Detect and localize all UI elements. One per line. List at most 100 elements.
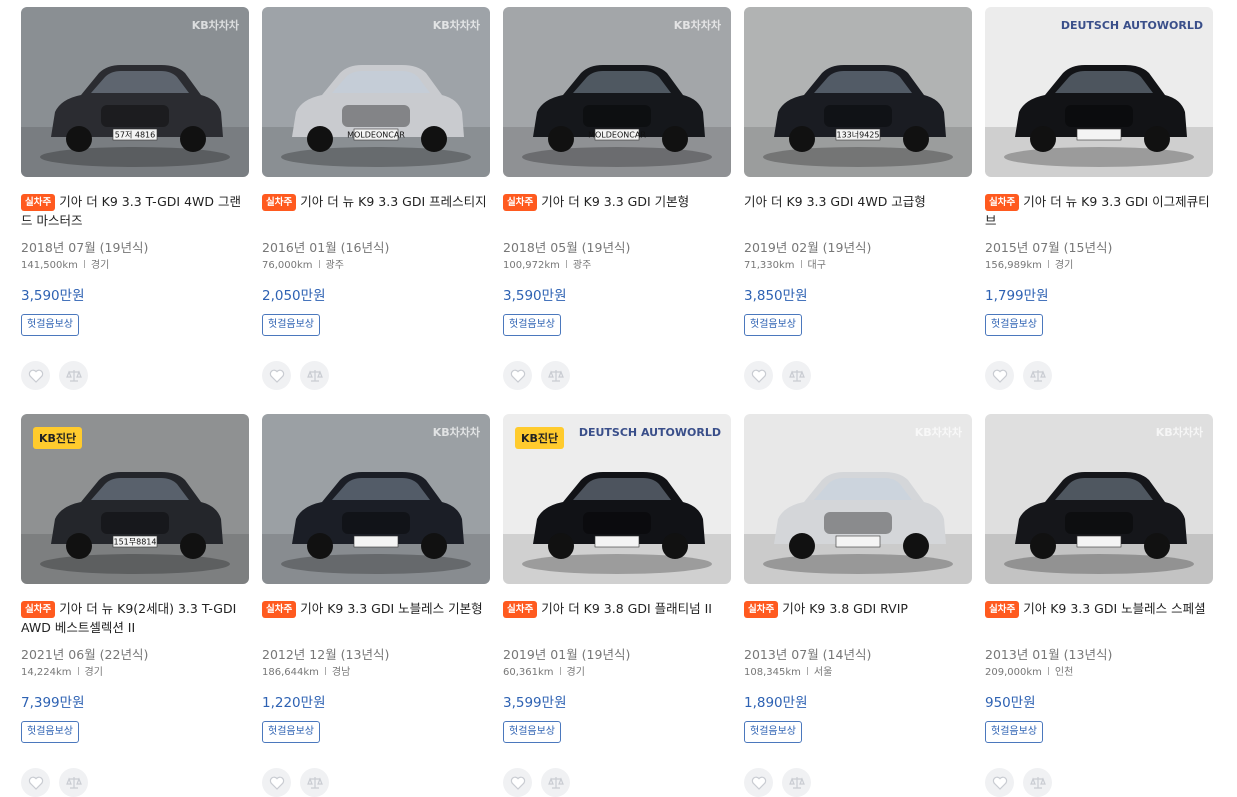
listing-meta: 108,345km 서울 [744,666,972,679]
car-photo[interactable]: MOLDEONCAR KB차차차 [262,7,490,177]
car-photo[interactable]: KB차차차 [744,414,972,584]
compare-button[interactable] [59,361,88,390]
listing-card[interactable]: 133너9425 기아 더 K9 3.3 GDI 4WD 고급형 2019년 0… [744,7,972,414]
like-button[interactable] [744,768,773,797]
owner-badge: 실차주 [503,194,538,211]
compare-button[interactable] [59,768,88,797]
compensation-chip: 헛걸음보상 [503,314,561,336]
meta-divider [806,667,808,675]
listing-meta: 60,361km 경기 [503,666,731,679]
compensation-chip: 헛걸음보상 [503,721,561,743]
heart-icon [269,369,284,383]
listing-card[interactable]: 151무8814 KB진단 실차주 기아 더 뉴 K9(2세대) 3.3 T-GD… [21,414,249,797]
listing-card[interactable]: DEUTSCH AUTOWORLD KB진단 실차주 기아 더 K9 3.8 GD… [503,414,731,797]
svg-text:KB차차차: KB차차차 [192,18,240,32]
heart-icon [28,369,43,383]
compare-button[interactable] [541,768,570,797]
listing-card[interactable]: MOLDEONCAR KB차차차 실차주 기아 더 뉴 K9 3.3 GDI 프레… [262,7,490,414]
listing-card[interactable]: KB차차차 실차주 기아 K9 3.8 GDI RVIP 2013년 07월 (1… [744,414,972,797]
listing-price: 3,850만원 [744,288,808,304]
listing-title[interactable]: 실차주 기아 K9 3.8 GDI RVIP [744,599,972,637]
listing-title[interactable]: 실차주 기아 더 K9 3.8 GDI 플래티넘 II [503,599,731,637]
listing-meta: 141,500km 경기 [21,259,249,272]
compare-button[interactable] [782,361,811,390]
like-button[interactable] [21,768,50,797]
scale-icon [1029,369,1046,382]
meta-divider [318,260,320,268]
listing-card[interactable]: 57저 4816 KB차차차 실차주 기아 더 K9 3.3 T-GDI 4WD … [21,7,249,414]
listing-mileage: 76,000km [262,260,313,271]
listing-price: 7,399만원 [21,695,85,711]
listing-title[interactable]: 실차주 기아 더 K9 3.3 T-GDI 4WD 그랜드 마스터즈 [21,192,249,230]
like-button[interactable] [985,361,1014,390]
meta-divider [1047,667,1049,675]
card-actions [985,768,1213,797]
meta-divider [559,667,561,675]
scale-icon [65,369,82,382]
owner-badge: 실차주 [985,601,1020,618]
listing-title[interactable]: 실차주 기아 K9 3.3 GDI 노블레스 스페셜 [985,599,1213,637]
car-image: KB차차차 [985,414,1213,584]
compare-button[interactable] [300,361,329,390]
card-actions [262,768,490,797]
like-button[interactable] [503,361,532,390]
svg-text:133너9425: 133너9425 [837,130,880,140]
like-button[interactable] [985,768,1014,797]
compare-button[interactable] [541,361,570,390]
like-button[interactable] [262,361,291,390]
scale-icon [1029,776,1046,789]
card-actions [503,768,731,797]
like-button[interactable] [21,361,50,390]
listing-year: 2018년 05월 (19년식) [503,240,631,255]
like-button[interactable] [503,768,532,797]
listing-meta: 14,224km 경기 [21,666,249,679]
listing-title[interactable]: 기아 더 K9 3.3 GDI 4WD 고급형 [744,192,972,230]
owner-badge: 실차주 [262,194,297,211]
listing-card[interactable]: DEUTSCH AUTOWORLD 실차주 기아 더 뉴 K9 3.3 GDI 이… [985,7,1213,414]
meta-divider [1047,260,1049,268]
listing-mileage: 141,500km [21,260,78,271]
compare-button[interactable] [1023,361,1052,390]
listing-card[interactable]: KB차차차 실차주 기아 K9 3.3 GDI 노블레스 스페셜 2013년 01… [985,414,1213,797]
listing-title[interactable]: 실차주 기아 더 뉴 K9 3.3 GDI 이그제큐티브 [985,192,1213,230]
listing-card[interactable]: MOLDEONCAR KB차차차 실차주 기아 더 K9 3.3 GDI 기본형 … [503,7,731,414]
compare-button[interactable] [1023,768,1052,797]
listing-title[interactable]: 실차주 기아 K9 3.3 GDI 노블레스 기본형 [262,599,490,637]
like-button[interactable] [262,768,291,797]
listing-mileage: 100,972km [503,260,560,271]
car-photo[interactable]: KB차차차 [262,414,490,584]
listing-year: 2012년 12월 (13년식) [262,647,390,662]
car-photo[interactable]: 151무8814 KB진단 [21,414,249,584]
car-photo[interactable]: 57저 4816 KB차차차 [21,7,249,177]
listing-title-text: 기아 더 K9 3.3 GDI 기본형 [541,194,690,209]
car-photo[interactable]: MOLDEONCAR KB차차차 [503,7,731,177]
listing-price: 3,590만원 [503,288,567,304]
like-button[interactable] [744,361,773,390]
car-photo[interactable]: 133너9425 [744,7,972,177]
listing-title-text: 기아 더 K9 3.3 GDI 4WD 고급형 [744,194,926,209]
card-actions [985,361,1213,390]
meta-divider [83,260,85,268]
scale-icon [547,369,564,382]
listing-title-text: 기아 K9 3.8 GDI RVIP [782,601,908,616]
listing-meta: 76,000km 광주 [262,259,490,272]
car-photo[interactable]: DEUTSCH AUTOWORLD [985,7,1213,177]
owner-badge: 실차주 [21,601,56,618]
listing-price: 3,599만원 [503,695,567,711]
listing-year: 2021년 06월 (22년식) [21,647,149,662]
svg-text:KB차차차: KB차차차 [433,18,481,32]
car-photo[interactable]: DEUTSCH AUTOWORLD KB진단 [503,414,731,584]
listing-meta: 100,972km 광주 [503,259,731,272]
listing-mileage: 108,345km [744,667,801,678]
car-photo[interactable]: KB차차차 [985,414,1213,584]
listing-title[interactable]: 실차주 기아 더 뉴 K9(2세대) 3.3 T-GDI AWD 베스트셀렉션 I… [21,599,249,637]
listing-region: 대구 [807,260,826,271]
compare-button[interactable] [300,768,329,797]
svg-text:KB차차차: KB차차차 [1156,425,1204,439]
meta-divider [324,667,326,675]
listing-title-text: 기아 더 K9 3.8 GDI 플래티넘 II [541,601,712,616]
listing-title[interactable]: 실차주 기아 더 K9 3.3 GDI 기본형 [503,192,731,230]
listing-title[interactable]: 실차주 기아 더 뉴 K9 3.3 GDI 프레스티지 [262,192,490,230]
compare-button[interactable] [782,768,811,797]
listing-card[interactable]: KB차차차 실차주 기아 K9 3.3 GDI 노블레스 기본형 2012년 12… [262,414,490,797]
